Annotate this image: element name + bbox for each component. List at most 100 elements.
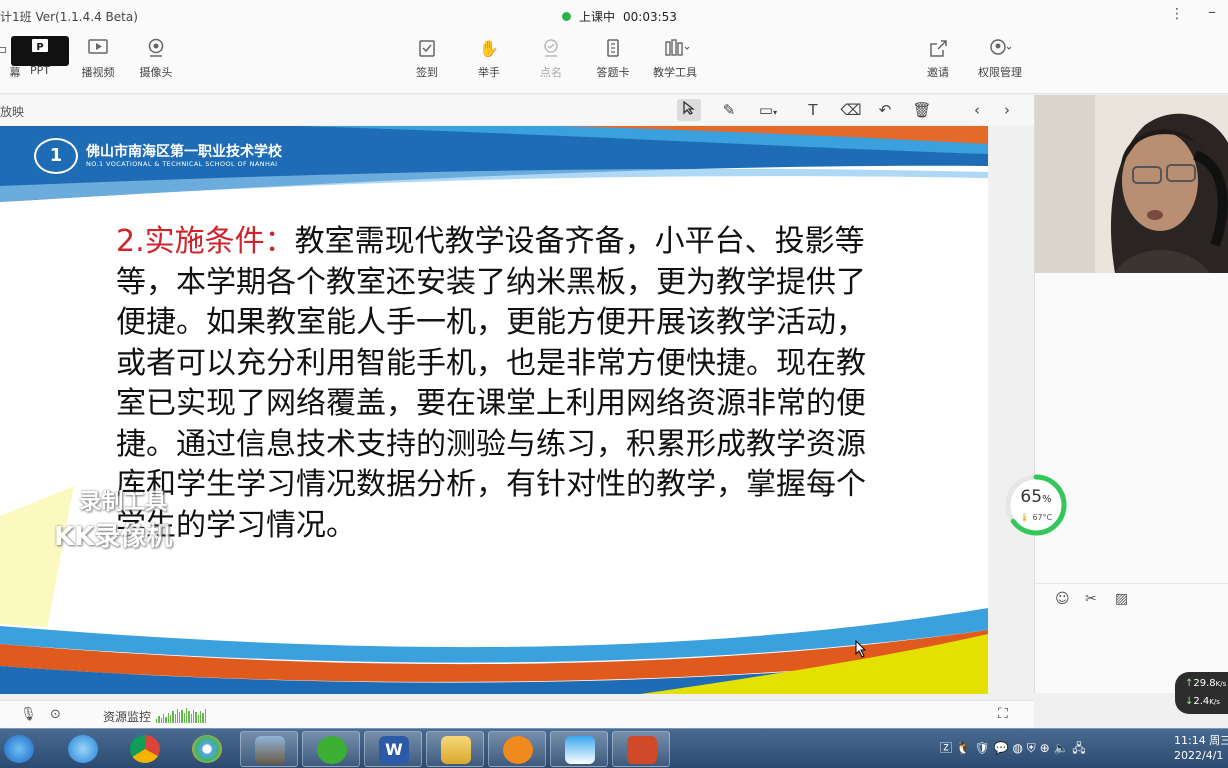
permission-button[interactable]: 权限管理	[970, 36, 1030, 90]
location-icon[interactable]: ⊙	[50, 707, 61, 722]
qq-icon[interactable]: 🐧	[956, 741, 971, 755]
roll-call-icon	[539, 38, 563, 60]
volume-icon[interactable]: 🔈	[1054, 741, 1069, 755]
pen-icon[interactable]: ✎	[717, 99, 741, 121]
teaching-tools-button[interactable]: 教学工具	[645, 36, 705, 90]
taskbar-wechat-button[interactable]	[302, 731, 360, 767]
undo-icon[interactable]: ↶	[873, 99, 897, 121]
image-icon[interactable]: ▨	[1115, 591, 1128, 607]
text-icon[interactable]: T	[801, 99, 825, 121]
raise-hand-button[interactable]: ✋ 举手	[459, 36, 519, 90]
network-icon[interactable]: 🖧	[1072, 741, 1085, 755]
mouse-cursor-icon	[855, 640, 867, 658]
monitor-bar	[195, 712, 197, 723]
performance-gauge[interactable]: 65% 🌡 67°C	[1004, 473, 1068, 537]
slide-footer-band	[0, 604, 988, 694]
school-logo: 1	[34, 138, 78, 174]
ppt-icon: P	[28, 38, 52, 60]
emoji-icon[interactable]: ☺	[1055, 591, 1070, 607]
taskbar-ie-button[interactable]	[0, 731, 54, 767]
monitor-bar	[181, 710, 183, 723]
monitor-bar	[176, 709, 179, 723]
shape-icon[interactable]: ▭▾	[756, 99, 780, 121]
eraser-icon[interactable]: ⌫	[839, 99, 863, 121]
wechat-tray-icon[interactable]: ◍	[1012, 741, 1022, 755]
monitor-bar	[188, 711, 190, 723]
monitor-bar	[197, 715, 199, 723]
ie-icon	[4, 735, 34, 763]
upload-speed: 29.8	[1193, 678, 1216, 689]
chat-icon[interactable]: 💬	[994, 741, 1009, 755]
photo-viewer-icon	[255, 736, 285, 764]
taskbar-ppt-button[interactable]	[612, 731, 670, 767]
checkin-button[interactable]: 签到	[397, 36, 457, 90]
scissors-icon[interactable]: ✂	[1085, 591, 1097, 607]
previous-slide-icon[interactable]: ‹	[965, 99, 989, 121]
taskbar-chrome-button[interactable]	[116, 731, 174, 767]
antivirus-icon[interactable]: 🛡	[975, 741, 990, 755]
window-title: 计1班 Ver(1.1.4.4 Beta)	[0, 10, 138, 24]
title-bar: 计1班 Ver(1.1.4.4 Beta) 上课中 00:03:53 ⋮ –	[0, 0, 1228, 32]
word-icon: W	[379, 736, 409, 764]
answer-card-button[interactable]: 答题卡	[583, 36, 643, 90]
teacher-video-feed	[1035, 95, 1228, 273]
network-speed-widget[interactable]: ↑29.8K/s ↓2.4K/s	[1175, 672, 1228, 714]
fullscreen-icon[interactable]: ⛶	[998, 706, 1008, 722]
colorful-app-icon	[192, 735, 222, 763]
mic-off-icon[interactable]: 🎙	[20, 707, 37, 722]
taskbar-app-button[interactable]	[178, 731, 236, 767]
watermark-line1: 录制工具	[79, 490, 168, 515]
monitor-bar	[174, 714, 176, 723]
slide-body-text: 教室需现代教学设备齐备，小平台、投影等等，本学期各个教室还安装了纳米黑板，更为教…	[116, 224, 866, 543]
monitor-bar	[156, 719, 158, 723]
taskbar-photo-button[interactable]	[240, 731, 298, 767]
taskbar-edge-button[interactable]	[54, 731, 112, 767]
live-status-label: 上课中	[579, 10, 616, 24]
kk-recorder-icon	[503, 736, 533, 764]
wechat-icon	[317, 736, 347, 764]
system-clock[interactable]: 11:14 周三 2022/4/1	[1174, 733, 1228, 763]
security-icon[interactable]: ⛨	[1027, 741, 1036, 755]
monitor-bar	[186, 708, 188, 723]
live-status: 上课中 00:03:53	[562, 8, 677, 25]
next-slide-icon[interactable]: ›	[995, 99, 1019, 121]
source-camera-button[interactable]: 摄像头	[126, 36, 186, 90]
source-video-button[interactable]: 播视频	[68, 36, 128, 90]
monitor-bar	[183, 713, 186, 723]
invite-button[interactable]: 邀请	[908, 36, 968, 90]
taskbar-recorder-button[interactable]	[488, 731, 546, 767]
monitor-bar	[179, 712, 181, 723]
more-options-icon[interactable]: ⋮	[1170, 6, 1184, 22]
resource-monitor-label: 资源监控	[103, 710, 152, 724]
taskbar-explorer-button[interactable]	[426, 731, 484, 767]
answer-card-icon	[601, 38, 625, 60]
slide-heading: 2.实施条件：	[116, 224, 295, 259]
plus-app-icon[interactable]: ⊕	[1040, 741, 1050, 755]
roll-call-button[interactable]: 点名	[521, 36, 581, 90]
taskbar-word-button[interactable]: W	[364, 731, 422, 767]
clock-time: 11:14 周三	[1174, 734, 1228, 747]
monitor-bar	[193, 710, 195, 723]
monitor-bar	[165, 717, 167, 723]
select-pointer-icon[interactable]	[677, 99, 701, 121]
ime-icon[interactable]: 🅉	[940, 741, 952, 755]
windows-taskbar: W 🅉 🐧 🛡 💬 ◍ ⛨ ⊕ 🔈 🖧 11:14 周三 2022/4/1	[0, 728, 1228, 768]
monitor-bar	[199, 711, 202, 723]
monitor-bar	[172, 711, 174, 723]
main-toolbar: ▭ 幕 P PPT 播视频 摄像头 签到 ✋ 举手 点名	[0, 32, 1228, 94]
delete-icon[interactable]: 🗑	[910, 99, 934, 121]
video-play-icon	[86, 38, 110, 60]
system-tray: 🅉 🐧 🛡 💬 ◍ ⛨ ⊕ 🔈 🖧	[940, 739, 1086, 760]
minimize-icon[interactable]: –	[1208, 2, 1216, 21]
status-bar: 🎙 ⊙ 资源监控 ⛶	[0, 700, 1034, 728]
teaching-tools-icon	[663, 38, 690, 60]
monitor-bar	[190, 714, 192, 723]
download-speed: 2.4	[1193, 696, 1210, 707]
chat-toolbar: ☺ ✂ ▨	[1035, 583, 1228, 613]
source-ppt-button[interactable]: P PPT	[10, 36, 70, 90]
checkin-icon	[415, 38, 439, 60]
browser-e-icon	[68, 735, 98, 763]
class-timer: 00:03:53	[623, 9, 677, 24]
taskbar-classroom-button[interactable]	[550, 731, 608, 767]
school-name: 佛山市南海区第一职业技术学校	[86, 144, 282, 160]
